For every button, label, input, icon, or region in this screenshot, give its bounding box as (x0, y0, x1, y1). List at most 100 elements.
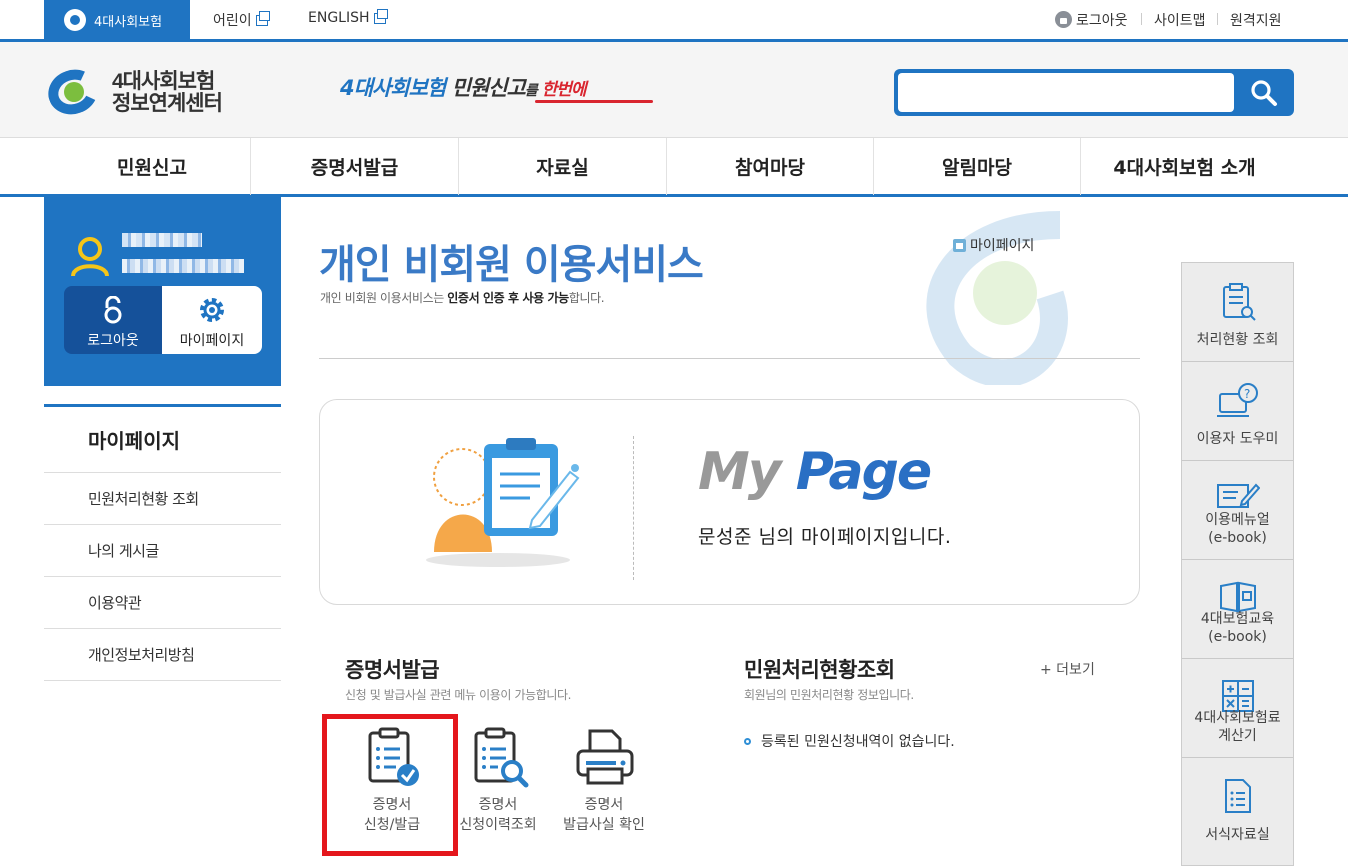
slogan-part-3: 를 (524, 83, 538, 99)
slogan-part-2: 민원신고 (445, 76, 526, 100)
edit-document-icon (1216, 483, 1260, 508)
quick-item-calculator-line2: 계산기 (1218, 728, 1257, 744)
profile-mypage-label: 마이페이지 (179, 333, 245, 349)
mypage-banner: My Page 문성준 님의 마이페이지입니다. (319, 399, 1140, 605)
document-list-icon (1224, 779, 1251, 813)
quick-item-calculator[interactable]: 4대사회보험료 계산기 (1182, 659, 1293, 758)
left-navigation: 마이페이지 민원처리현황 조회 나의 게시글 이용약관 개인정보처리방침 (44, 404, 281, 681)
quick-item-calculator-line1: 4대사회보험료 (1194, 710, 1281, 726)
empty-status-message: 등록된 민원신청내역이 없습니다. (744, 731, 955, 751)
search-input[interactable] (898, 73, 1234, 112)
site-logo[interactable]: 4대사회보험 정보연계센터 (41, 62, 223, 122)
gnb-item-library[interactable]: 자료실 (459, 138, 667, 195)
site-header: 4대사회보험 정보연계센터 4대사회보험 민원신고를 한번에 (0, 42, 1348, 137)
gnb-item-participation[interactable]: 참여마당 (667, 138, 874, 195)
quick-item-manual-line2: (e-book) (1208, 530, 1267, 546)
mypage-logo-page: Page (795, 442, 932, 502)
quick-item-help[interactable]: ? 이용자 도우미 (1182, 362, 1293, 461)
search-box (894, 69, 1294, 116)
top-logout-link[interactable]: 로그아웃 (1055, 10, 1128, 30)
top-utility-bar: 4대사회보험 어린이 ENGLISH 로그아웃 사이트맵 원격지원 (0, 0, 1348, 42)
quick-item-manual[interactable]: 이용메뉴얼 (e-book) (1182, 461, 1293, 560)
kids-link[interactable]: 어린이 (213, 10, 270, 30)
breadcrumb-current: 마이페이지 (970, 238, 1035, 254)
title-divider (319, 358, 1140, 359)
home-icon[interactable] (953, 238, 966, 252)
header-slogan: 4대사회보험 민원신고를 한번에 (340, 72, 653, 103)
cert-verify-label-1: 증명서 (584, 797, 624, 813)
empty-status-text: 등록된 민원신청내역이 없습니다. (761, 734, 955, 750)
page-subtitle-post: 합니다. (568, 291, 605, 305)
sitemap-link[interactable]: 사이트맵 (1154, 10, 1206, 30)
clipboard-search-icon (1222, 283, 1256, 321)
english-link-label: ENGLISH (308, 10, 370, 26)
main-navigation: 민원신고 증명서발급 자료실 참여마당 알림마당 4대사회보험 소개 (0, 137, 1348, 197)
slogan-part-4: 한번에 (536, 80, 587, 100)
cert-verify-button[interactable]: 증명서 발급사실 확인 (534, 725, 674, 835)
logo-mark-icon (41, 62, 105, 122)
cert-verify-label-2: 발급사실 확인 (563, 817, 645, 833)
divider (1217, 13, 1218, 25)
new-window-icon (255, 10, 270, 26)
left-nav-item-status[interactable]: 민원처리현황 조회 (44, 473, 281, 525)
book-icon (1219, 581, 1256, 613)
brand-tab-label: 4대사회보험 (94, 14, 163, 30)
document-search-icon (474, 727, 529, 788)
quick-item-education-line1: 4대보험교육 (1200, 611, 1275, 627)
user-icon (71, 237, 109, 277)
left-nav-item-my-posts[interactable]: 나의 게시글 (44, 525, 281, 577)
help-monitor-icon: ? (1216, 383, 1258, 417)
english-link[interactable]: ENGLISH (308, 8, 388, 26)
profile-mypage-button[interactable]: 마이페이지 (162, 286, 262, 354)
lock-icon (1055, 11, 1072, 28)
printer-icon (576, 729, 634, 785)
clipboard-illustration-icon (426, 438, 580, 567)
calculator-icon (1221, 680, 1254, 712)
quick-item-calculator-label: 4대사회보험료 계산기 (1182, 709, 1293, 745)
page-subtitle: 개인 비회원 이용서비스는 인증서 인증 후 사용 가능합니다. (320, 289, 605, 306)
banner-divider (633, 436, 634, 580)
page-title: 개인 비회원 이용서비스 (319, 242, 704, 288)
remote-support-link[interactable]: 원격지원 (1230, 10, 1282, 30)
top-logout-label: 로그아웃 (1076, 13, 1128, 29)
status-section-title: 민원처리현황조회 (744, 658, 895, 682)
quick-item-status[interactable]: 처리현황 조회 (1182, 263, 1293, 362)
quick-item-manual-label: 이용메뉴얼 (e-book) (1182, 511, 1293, 547)
gnb-item-about[interactable]: 4대사회보험 소개 (1081, 138, 1288, 195)
kids-link-label: 어린이 (213, 13, 252, 29)
divider (1141, 13, 1142, 25)
quick-item-forms[interactable]: 서식자료실 (1182, 758, 1293, 857)
page-subtitle-pre: 개인 비회원 이용서비스는 (320, 291, 448, 305)
mypage-greeting: 문성준 님의 마이페이지입니다. (698, 526, 952, 548)
quick-menu: 처리현황 조회 ? 이용자 도우미 이용메뉴얼 (e-book) 4대보험교육 (1181, 262, 1294, 866)
profile-panel: 로그아웃 마이페이지 (44, 197, 281, 386)
gnb-item-notice[interactable]: 알림마당 (874, 138, 1081, 195)
slogan-part-1: 4대사회보험 (340, 76, 446, 100)
gear-icon (200, 298, 224, 322)
breadcrumb: 마이페이지 (953, 235, 1034, 255)
left-nav-item-terms[interactable]: 이용약관 (44, 577, 281, 629)
svg-text:?: ? (1244, 387, 1250, 401)
user-info-masked (122, 259, 244, 273)
gnb-item-certificate[interactable]: 증명서발급 (251, 138, 459, 195)
slogan-underline (535, 100, 653, 103)
brand-tab[interactable]: 4대사회보험 (44, 0, 190, 40)
left-nav-item-privacy[interactable]: 개인정보처리방침 (44, 629, 281, 681)
unlock-icon (104, 296, 122, 324)
gnb-item-complaint[interactable]: 민원신고 (54, 138, 251, 195)
logo-line-2: 정보연계센터 (112, 92, 223, 115)
quick-item-education-label: 4대보험교육 (e-book) (1182, 610, 1293, 646)
quick-item-education[interactable]: 4대보험교육 (e-book) (1182, 560, 1293, 659)
profile-logout-button[interactable]: 로그아웃 (64, 286, 162, 354)
quick-item-education-line2: (e-book) (1208, 629, 1267, 645)
quick-item-forms-label: 서식자료실 (1205, 827, 1270, 843)
profile-logout-label: 로그아웃 (87, 333, 139, 349)
quick-item-help-label: 이용자 도우미 (1196, 431, 1279, 447)
search-button[interactable] (1234, 69, 1294, 116)
logo-line-1: 4대사회보험 (112, 70, 215, 93)
cert-section-subtitle: 신청 및 발급사실 관련 메뉴 이용이 가능합니다. (345, 688, 572, 702)
mypage-logo: My Page (698, 442, 932, 502)
quick-item-status-label: 처리현황 조회 (1196, 332, 1279, 348)
bullet-icon (744, 737, 751, 745)
more-link[interactable]: + 더보기 (1040, 659, 1095, 679)
